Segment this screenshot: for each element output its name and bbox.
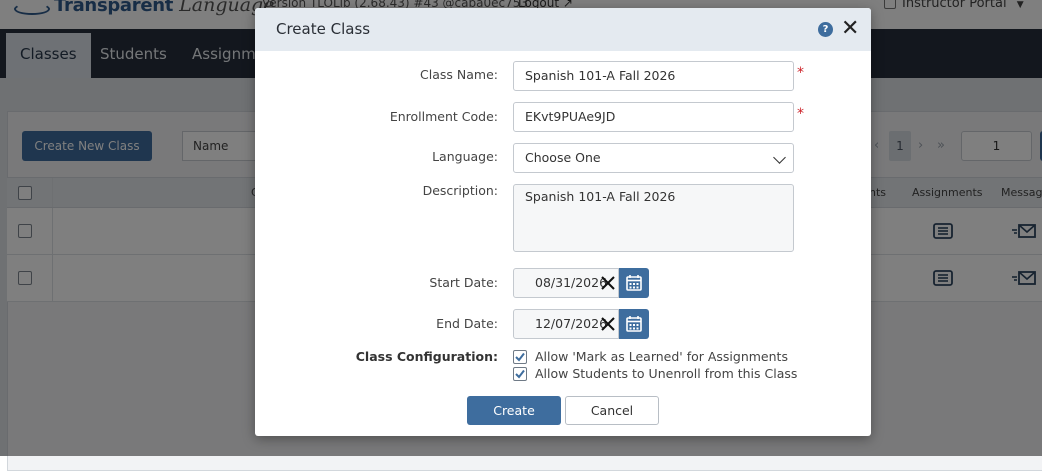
enrollment-code-input[interactable]: EKvt9PUAe9JD <box>513 102 794 132</box>
clear-date-icon[interactable] <box>601 275 615 291</box>
dialog-title: Create Class <box>276 20 371 38</box>
start-date-value: 08/31/2026 <box>535 275 608 290</box>
checkmark-icon <box>515 369 525 379</box>
class-configuration-label: Class Configuration: <box>355 349 498 364</box>
language-label: Language: <box>432 149 498 164</box>
enrollment-code-label: Enrollment Code: <box>389 109 498 124</box>
allow-unenroll-label[interactable]: Allow Students to Unenroll from this Cla… <box>535 366 797 381</box>
description-textarea[interactable]: Spanish 101-A Fall 2026 <box>513 184 794 252</box>
allow-unenroll-checkbox[interactable] <box>513 367 527 381</box>
class-name-input[interactable]: Spanish 101-A Fall 2026 <box>513 61 794 91</box>
language-select[interactable]: Choose One <box>513 143 794 173</box>
create-class-dialog: Create Class ? ✕ Class Name: Spanish 101… <box>255 8 871 436</box>
cancel-button[interactable]: Cancel <box>565 396 659 425</box>
mark-as-learned-checkbox[interactable] <box>513 350 527 364</box>
clear-date-icon[interactable] <box>601 316 615 332</box>
required-marker: * <box>797 65 804 81</box>
calendar-icon <box>626 316 642 332</box>
description-label: Description: <box>422 183 498 198</box>
end-date-value: 12/07/2026 <box>535 316 608 331</box>
start-date-input[interactable]: 08/31/2026 <box>513 268 619 298</box>
end-date-calendar-button[interactable] <box>619 309 649 339</box>
start-date-label: Start Date: <box>429 275 498 290</box>
chevron-down-icon <box>773 151 786 164</box>
end-date-label: End Date: <box>436 316 498 331</box>
calendar-icon <box>626 275 642 291</box>
dialog-header: Create Class ? ✕ <box>255 8 871 51</box>
required-marker: * <box>797 106 804 122</box>
language-select-value: Choose One <box>525 150 601 165</box>
end-date-input[interactable]: 12/07/2026 <box>513 309 619 339</box>
mark-as-learned-label[interactable]: Allow 'Mark as Learned' for Assignments <box>535 349 788 364</box>
create-button[interactable]: Create <box>467 396 561 425</box>
start-date-calendar-button[interactable] <box>619 268 649 298</box>
checkmark-icon <box>515 352 525 362</box>
class-name-label: Class Name: <box>420 67 498 82</box>
help-icon[interactable]: ? <box>818 22 833 37</box>
close-icon[interactable]: ✕ <box>841 18 859 40</box>
